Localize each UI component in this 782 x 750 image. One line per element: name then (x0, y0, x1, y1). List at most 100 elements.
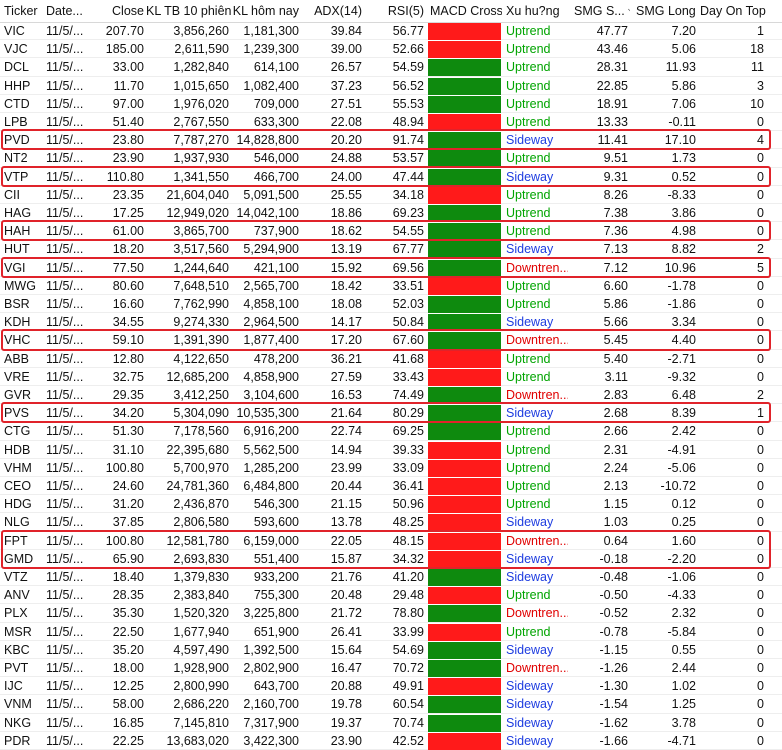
cell-trend: Uptrend (506, 424, 551, 439)
table-row[interactable]: NT2 11/5/... 23.90 1,937,930 546,000 24.88 53.… (0, 149, 782, 168)
table-row[interactable]: HHP 11/5/... 11.70 1,015,650 1,082,400 37.23 5… (0, 77, 782, 95)
col-header-macd[interactable]: MACD Cross (426, 0, 502, 22)
cell-day-on-top: 0 (757, 515, 764, 530)
cell-ticker: IJC (4, 679, 23, 694)
cell-smg-short: 11.41 (597, 133, 628, 148)
col-header-kl-today[interactable]: KL hôm nay (231, 0, 301, 22)
col-header-smg-long[interactable]: SMG Long (630, 0, 700, 22)
cell-kl-today: 614,100 (253, 60, 299, 75)
cell-kl-tb-10: 12,949,020 (166, 206, 229, 220)
table-row[interactable]: NKG 11/5/... 16.85 7,145,810 7,317,900 19.37 7… (0, 714, 782, 732)
cell-day-on-top: 0 (757, 642, 764, 657)
table-row[interactable]: VJC 11/5/... 185.00 2,611,590 1,239,300 39.00… (0, 40, 782, 59)
cell-date: 11/5/... (46, 406, 84, 421)
table-row[interactable]: FPT 11/5/... 100.80 12,581,780 6,159,000 22.0… (0, 532, 782, 550)
col-header-trend[interactable]: Xu hu?ng (502, 0, 568, 22)
macd-cross-green (428, 59, 501, 77)
col-header-date[interactable]: Date... (42, 0, 92, 22)
table-row[interactable]: KDH 11/5/... 34.55 9,274,330 2,964,500 14.17 5… (0, 313, 782, 332)
table-row[interactable]: IJC 11/5/... 12.25 2,800,990 643,700 20.88 49.… (0, 677, 782, 696)
cell-kl-tb-10: 7,787,270 (173, 133, 229, 148)
cell-smg-short: 22.85 (596, 78, 628, 93)
table-row[interactable]: MSR 11/5/... 22.50 1,677,940 651,900 26.41 33.… (0, 623, 782, 641)
col-header-smg-short[interactable]: SMG S...↘ (568, 0, 630, 22)
cell-ticker: NLG (4, 515, 30, 530)
cell-ticker: GVR (4, 388, 32, 402)
col-header-day-on-top[interactable]: Day On Top (700, 0, 782, 22)
table-row[interactable]: PLX 11/5/... 35.30 1,520,320 3,225,800 21.72 7… (0, 604, 782, 623)
cell-close: 32.75 (112, 369, 144, 384)
cell-ticker: HDB (4, 442, 31, 457)
cell-date: 11/5/... (46, 533, 84, 548)
table-row[interactable]: CTG 11/5/... 51.30 7,178,560 6,916,200 22.74 6… (0, 422, 782, 441)
table-row[interactable]: VIC 11/5/... 207.70 3,856,260 1,181,300 39.84… (0, 22, 782, 41)
table-row[interactable]: CII 11/5/... 23.35 21,604,040 5,091,500 25.55… (0, 186, 782, 204)
cell-adx: 20.48 (330, 588, 362, 603)
cell-close: 18.40 (112, 570, 144, 584)
table-row[interactable]: CTD 11/5/... 97.00 1,976,020 709,000 27.51 55.… (0, 95, 782, 113)
cell-smg-short: 13.33 (596, 115, 628, 129)
table-row[interactable]: HAG 11/5/... 17.25 12,949,020 14,042,100 18.8… (0, 204, 782, 223)
table-row[interactable]: ABB 11/5/... 12.80 4,122,650 478,200 36.21 41.… (0, 350, 782, 368)
macd-cross-red (428, 277, 501, 295)
cell-adx: 39.00 (330, 42, 362, 57)
cell-smg-long: 5.86 (671, 78, 696, 93)
cell-date: 11/5/... (46, 297, 84, 311)
table-row[interactable]: VTP 11/5/... 110.80 1,341,550 466,700 24.00 47… (0, 168, 782, 186)
table-row[interactable]: PVS 11/5/... 34.20 5,304,090 10,535,300 21.64… (0, 404, 782, 423)
cell-smg-long: -8.33 (667, 187, 697, 202)
table-row[interactable]: BSR 11/5/... 16.60 7,762,990 4,858,100 18.08 5… (0, 295, 782, 314)
table-row[interactable]: VRE 11/5/... 32.75 12,685,200 4,858,900 27.59… (0, 368, 782, 386)
table-row[interactable]: HDB 11/5/... 31.10 22,395,680 5,562,500 14.94… (0, 441, 782, 459)
col-header-adx[interactable]: ADX(14) (301, 0, 364, 22)
col-header-ticker[interactable]: Ticker (0, 0, 42, 22)
cell-kl-tb-10: 1,244,640 (173, 260, 229, 275)
table-row[interactable]: PVD 11/5/... 23.80 7,787,270 14,828,800 20.20… (0, 131, 782, 150)
table-row[interactable]: HAH 11/5/... 61.00 3,865,700 737,900 18.62 54.… (0, 222, 782, 241)
table-row[interactable]: GMD 11/5/... 65.90 2,693,830 551,400 15.87 34.… (0, 550, 782, 568)
cell-smg-short: 18.91 (596, 96, 628, 111)
cell-day-on-top: 0 (757, 533, 764, 548)
table-row[interactable]: MWG 11/5/... 80.60 7,648,510 2,565,700 18.42 3… (0, 277, 782, 295)
col-header-rsi[interactable]: RSI(5) (364, 0, 426, 22)
table-row[interactable]: VHM 11/5/... 100.80 5,700,970 1,285,200 23.99… (0, 459, 782, 477)
table-row[interactable]: LPB 11/5/... 51.40 2,767,550 633,300 22.08 48.… (0, 113, 782, 132)
table-row[interactable]: ANV 11/5/... 28.35 2,383,840 755,300 20.48 29.… (0, 586, 782, 605)
table-row[interactable]: VGI 11/5/... 77.50 1,244,640 421,100 15.92 69.… (0, 259, 782, 277)
cell-kl-tb-10: 1,015,650 (173, 78, 229, 93)
cell-adx: 22.08 (330, 115, 362, 129)
table-row[interactable]: VNM 11/5/... 58.00 2,686,220 2,160,700 19.78 6… (0, 695, 782, 714)
cell-close: 97.00 (112, 96, 144, 111)
table-row[interactable]: GVR 11/5/... 29.35 3,412,250 3,104,600 16.53 7… (0, 386, 782, 405)
table-row[interactable]: PDR 11/5/... 22.25 13,683,020 3,422,300 23.90… (0, 732, 782, 750)
cell-smg-short: -0.52 (599, 606, 629, 621)
table-row[interactable]: KBC 11/5/... 35.20 4,597,490 1,392,500 15.64 5… (0, 641, 782, 659)
cell-date: 11/5/... (46, 42, 84, 57)
table-row[interactable]: VHC 11/5/... 59.10 1,391,390 1,877,400 17.20 6… (0, 331, 782, 350)
cell-ticker: CEO (4, 479, 32, 493)
cell-kl-tb-10: 13,683,020 (166, 733, 229, 748)
table-row[interactable]: DCL 11/5/... 33.00 1,282,840 614,100 26.57 54.… (0, 58, 782, 77)
cell-trend: Downtren... (506, 661, 568, 675)
cell-close: 37.85 (112, 515, 144, 530)
table-row[interactable]: HDG 11/5/... 31.20 2,436,870 546,300 21.15 50.… (0, 495, 782, 514)
cell-adx: 24.88 (330, 151, 362, 166)
table-row[interactable]: HUT 11/5/... 18.20 3,517,560 5,294,900 13.19 6… (0, 240, 782, 259)
cell-rsi: 67.60 (392, 333, 424, 348)
macd-cross-red (428, 532, 501, 550)
cell-close: 22.50 (112, 624, 144, 639)
table-row[interactable]: VTZ 11/5/... 18.40 1,379,830 933,200 21.76 41.… (0, 568, 782, 587)
cell-smg-short: 1.03 (603, 515, 628, 530)
cell-kl-tb-10: 12,581,780 (166, 533, 229, 548)
table-row[interactable]: NLG 11/5/... 37.85 2,806,580 593,600 13.78 48.… (0, 513, 782, 532)
col-header-close[interactable]: Close (92, 0, 146, 22)
table-row[interactable]: CEO 11/5/... 24.60 24,781,360 6,484,800 20.44… (0, 477, 782, 496)
cell-smg-long: -4.33 (667, 588, 697, 603)
cell-smg-short: 43.46 (596, 42, 628, 57)
col-header-kl-tb-10[interactable]: KL TB 10 phiên (146, 0, 231, 22)
macd-cross-red (428, 186, 501, 204)
table-row[interactable]: PVT 11/5/... 18.00 1,928,900 2,802,900 16.47 7… (0, 659, 782, 678)
cell-ticker: HHP (4, 78, 31, 93)
cell-close: 17.25 (112, 206, 144, 220)
cell-kl-today: 651,900 (253, 624, 299, 639)
